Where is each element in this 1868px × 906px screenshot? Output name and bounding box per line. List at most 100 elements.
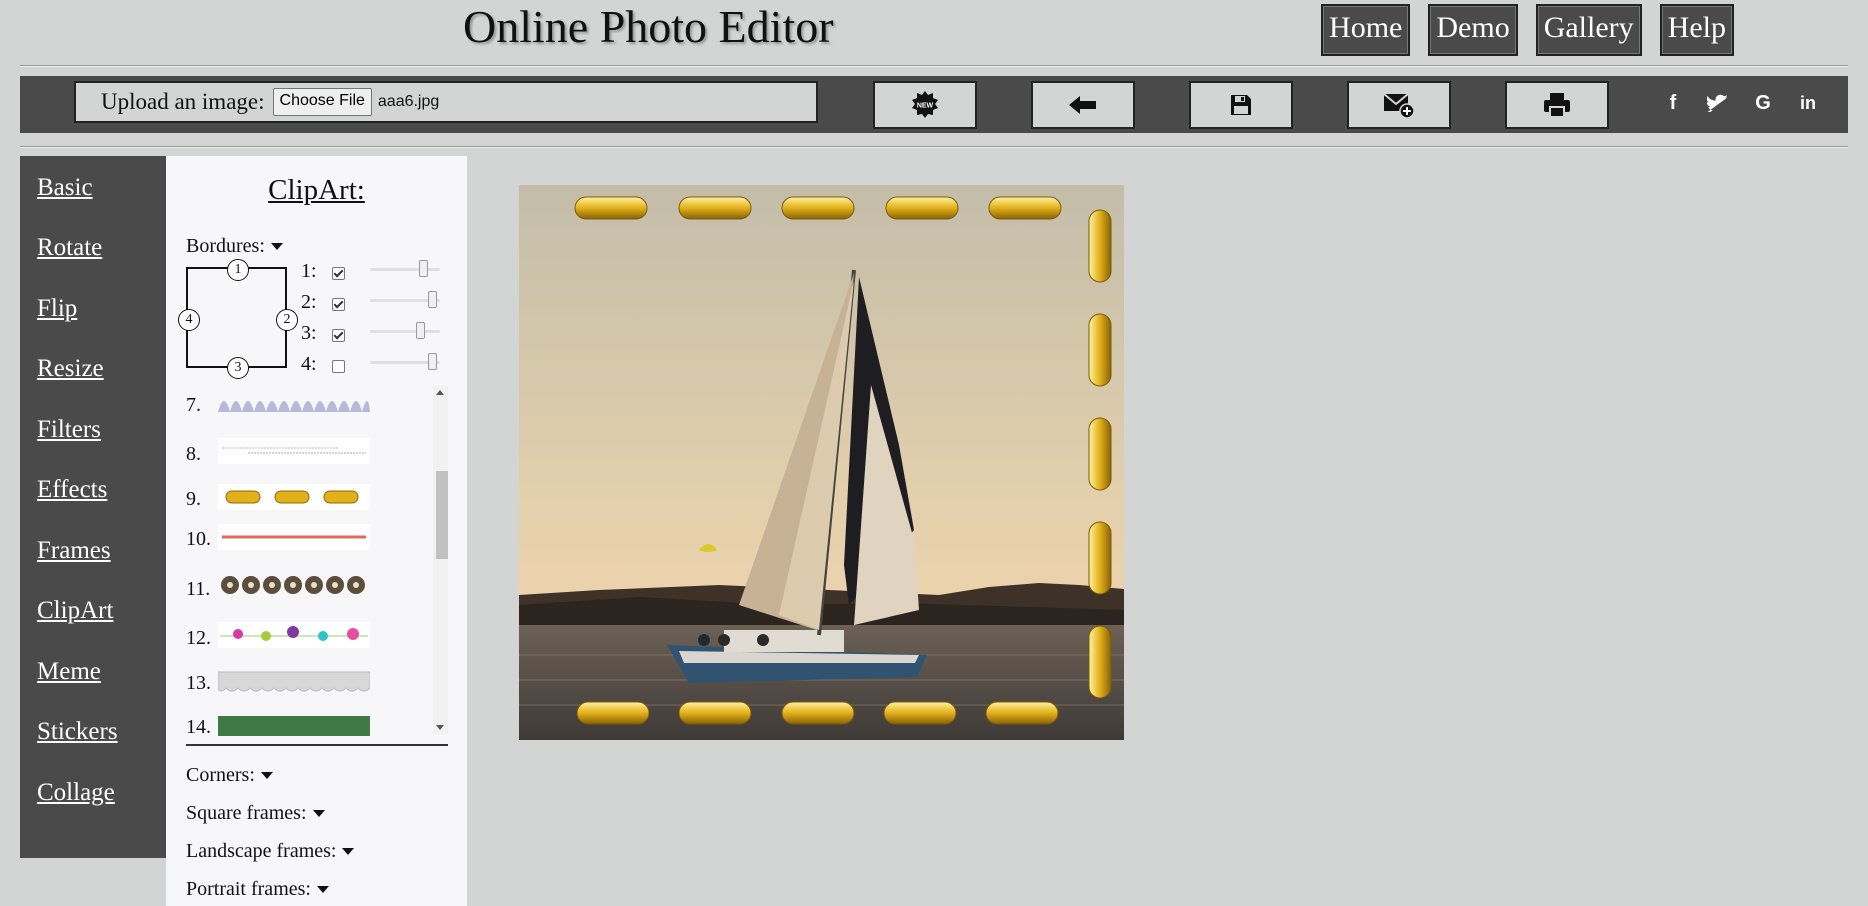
border-row-label: 1: [301,260,317,282]
email-button[interactable] [1347,81,1451,129]
border-4-checkbox[interactable] [332,360,345,373]
list-item: 13. [186,672,211,694]
google-icon[interactable]: G [1750,90,1776,116]
sidebar-item-flip[interactable]: Flip [37,295,77,323]
new-image-button[interactable]: NEW [873,81,977,129]
slider-thumb[interactable] [427,291,437,308]
scroll-down-icon[interactable] [436,725,444,730]
flower-border-swatch[interactable] [218,572,370,598]
bordures-toggle[interactable]: Bordures: [186,235,283,258]
color-flowers-swatch[interactable] [218,622,370,648]
list-item: 9. [186,488,201,510]
nav-help-button[interactable]: Help [1659,4,1734,56]
square-frames-toggle[interactable]: Square frames: [186,802,325,825]
bordures-label: Bordures: [186,235,265,257]
line-border-swatch[interactable] [218,438,370,464]
email-add-icon [1383,93,1415,119]
facebook-icon[interactable]: f [1660,90,1686,116]
toolbar: Upload an image: Choose File aaa6.jpg NE… [20,76,1848,133]
nav-demo-button[interactable]: Demo [1428,4,1518,56]
caret-down-icon [270,243,283,250]
white-lace-swatch[interactable] [217,668,371,694]
header-divider [20,65,1848,67]
caret-down-icon [342,848,355,855]
slider-thumb[interactable] [418,260,428,277]
diagram-badge-3: 3 [227,357,249,379]
panel-title: ClipArt: [268,174,365,206]
corners-label: Corners: [186,764,255,786]
sidebar-item-clipart[interactable]: ClipArt [37,597,113,625]
file-name: aaa6.jpg [377,93,440,110]
arrow-left-icon [1069,96,1096,114]
diagram-badge-1: 1 [227,259,249,281]
border-4-slider[interactable] [370,353,440,370]
twitter-icon[interactable] [1704,90,1730,116]
site-title: Online Photo Editor [463,1,834,52]
border-3-checkbox[interactable] [332,329,345,342]
landscape-frames-toggle[interactable]: Landscape frames: [186,840,355,863]
diagram-badge-2: 2 [276,309,298,331]
save-button[interactable] [1189,81,1293,129]
landscape-frames-label: Landscape frames: [186,840,337,862]
upload-label: Upload an image: [101,89,265,114]
list-item: 12. [186,627,211,649]
print-button[interactable] [1505,81,1609,129]
border-1-checkbox[interactable] [332,267,345,280]
red-line-swatch[interactable] [218,524,370,550]
border-2-slider[interactable] [370,291,440,308]
slider-thumb[interactable] [427,353,437,370]
clipart-panel: ClipArt: Bordures: 1 2 3 4 1: 2: 3: 4: 7… [166,156,467,906]
choose-file-button[interactable]: Choose File [272,88,372,116]
new-badge-text: NEW [917,103,934,110]
list-item: 14. [186,716,211,736]
scroll-up-icon[interactable] [436,390,444,395]
caret-down-icon [260,772,273,779]
caret-down-icon [316,886,329,893]
nav-home-button[interactable]: Home [1321,4,1411,56]
toolbar-divider [20,146,1848,148]
list-item: 7. [186,394,201,416]
gold-border-swatch[interactable] [218,484,370,510]
sidebar-item-filters[interactable]: Filters [37,416,101,444]
list-item: 8. [186,443,201,465]
nav-gallery-button[interactable]: Gallery [1535,4,1642,56]
caret-down-icon [312,810,325,817]
border-row-label: 4: [301,353,317,375]
sidebar: Basic Rotate Flip Resize Filters Effects… [20,156,166,858]
bordure-list: 7. 8. 9. 10. 11. 12. 13. 14. [186,390,448,736]
portrait-frames-label: Portrait frames: [186,878,311,900]
new-badge-icon: NEW [912,91,938,118]
sidebar-item-resize[interactable]: Resize [37,355,104,383]
linkedin-icon[interactable]: in [1795,90,1821,116]
undo-button[interactable] [1031,81,1135,129]
panel-divider [186,744,448,746]
border-2-checkbox[interactable] [332,298,345,311]
list-scrollbar[interactable] [433,386,448,734]
sidebar-item-rotate[interactable]: Rotate [37,234,102,262]
list-item: 11. [186,578,211,600]
corners-toggle[interactable]: Corners: [186,764,273,787]
border-1-slider[interactable] [370,260,440,277]
sidebar-item-effects[interactable]: Effects [37,476,107,504]
border-row-label: 3: [301,322,317,344]
sidebar-item-collage[interactable]: Collage [37,779,115,807]
sidebar-item-basic[interactable]: Basic [37,174,93,202]
save-floppy-icon [1231,95,1251,115]
square-frames-label: Square frames: [186,802,307,824]
diagram-badge-4: 4 [178,309,200,331]
upload-box: Upload an image: Choose File aaa6.jpg [74,81,818,123]
scroll-thumb[interactable] [436,471,448,559]
border-3-slider[interactable] [370,322,440,339]
photo-canvas[interactable] [519,185,1124,740]
top-nav: Home Demo Gallery Help [1321,4,1734,56]
portrait-frames-toggle[interactable]: Portrait frames: [186,878,329,901]
sidebar-item-frames[interactable]: Frames [37,537,111,565]
sailboat-photo [519,185,1124,740]
list-item: 10. [186,528,211,550]
green-vine-swatch[interactable] [218,716,370,736]
slider-thumb[interactable] [415,322,425,339]
lace-border-swatch[interactable] [218,390,370,416]
border-row-label: 2: [301,291,317,313]
sidebar-item-meme[interactable]: Meme [37,658,101,686]
sidebar-item-stickers[interactable]: Stickers [37,718,118,746]
